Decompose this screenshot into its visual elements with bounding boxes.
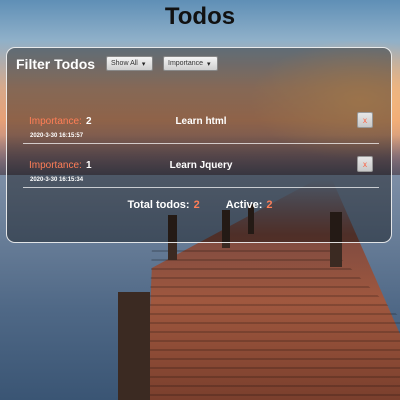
- active-label: Active:: [225, 199, 263, 211]
- delete-button[interactable]: x: [357, 112, 373, 128]
- dropdown-arrow-icon: ▾: [141, 60, 146, 68]
- pier-post: [118, 292, 150, 400]
- totals-bar: Total todos: 2 Active: 2: [7, 199, 393, 211]
- divider: [23, 143, 379, 144]
- todo-name: Learn Jquery: [169, 160, 233, 171]
- active-count: 2: [266, 199, 273, 211]
- status-filter-select[interactable]: Show All ▾: [106, 56, 153, 71]
- total-todos-count: 2: [193, 199, 200, 211]
- todo-item: Importance: 2 Learn html 2020-3-30 16:15…: [23, 104, 379, 148]
- todo-item: Importance: 1 Learn Jquery 2020-3-30 16:…: [23, 148, 379, 192]
- todos-panel: Filter Todos Show All ▾ Importance ▾ Imp…: [6, 47, 392, 243]
- dropdown-arrow-icon: ▾: [207, 60, 211, 68]
- filter-title: Filter Todos: [16, 56, 96, 72]
- todo-date: 2020-3-30 16:15:34: [30, 177, 84, 183]
- delete-button[interactable]: x: [357, 156, 373, 172]
- status-filter-value: Show All: [111, 60, 138, 67]
- page-title: Todos: [164, 3, 236, 30]
- todo-date: 2020-3-30 16:15:57: [30, 133, 84, 139]
- todo-name: Learn html: [175, 116, 227, 127]
- sort-select[interactable]: Importance ▾: [163, 56, 218, 71]
- divider: [23, 187, 379, 188]
- sort-select-value: Importance: [168, 60, 204, 67]
- total-todos-label: Total todos:: [127, 199, 190, 211]
